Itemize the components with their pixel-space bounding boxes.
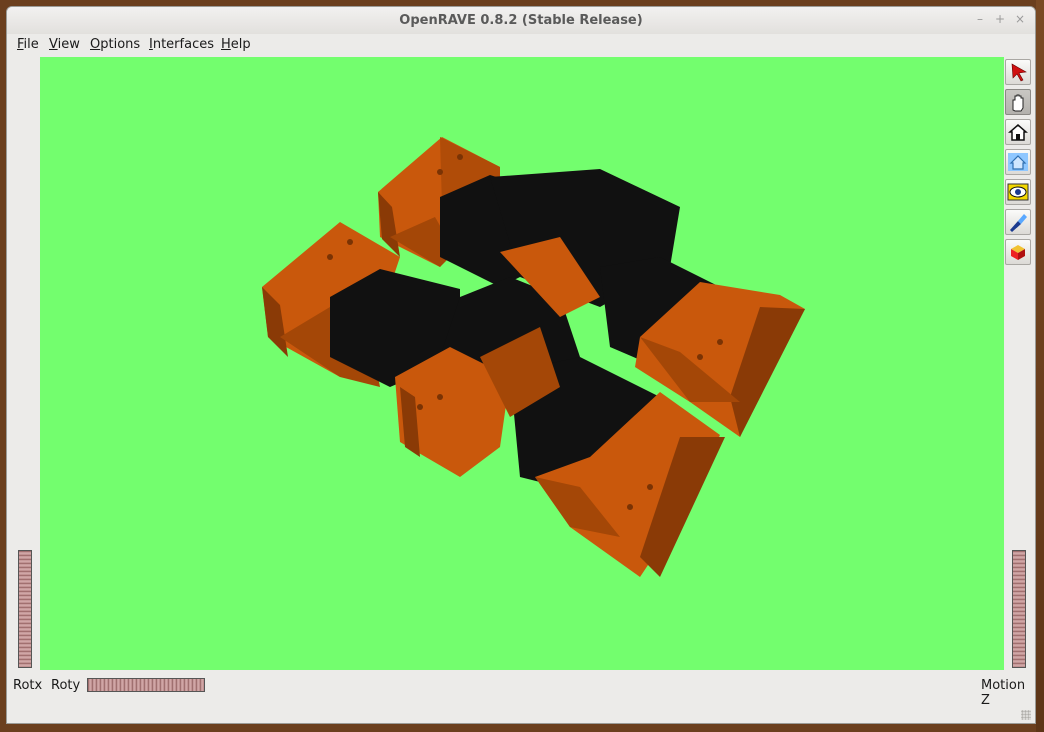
close-icon[interactable]: ×: [1013, 12, 1027, 26]
roty-label: Roty: [51, 678, 81, 693]
menu-file-label: ile: [23, 37, 39, 52]
seek-icon[interactable]: [1005, 209, 1031, 235]
menu-help[interactable]: Help: [221, 37, 251, 52]
openrave-window: OpenRAVE 0.8.2 (Stable Release) – + × Fi…: [6, 6, 1036, 724]
robot-model: [262, 137, 805, 577]
home-view-icon[interactable]: [1005, 119, 1031, 145]
menu-view[interactable]: View: [49, 37, 80, 52]
motion-z-label: Motion Z: [981, 678, 1026, 708]
projection-cube-icon[interactable]: [1005, 239, 1031, 265]
select-arrow-icon[interactable]: [1005, 59, 1031, 85]
minimize-icon[interactable]: –: [973, 12, 987, 26]
window-title: OpenRAVE 0.8.2 (Stable Release): [399, 13, 643, 28]
roty-thumbwheel[interactable]: [87, 678, 205, 692]
menu-interfaces-label: nterfaces: [152, 37, 214, 52]
maximize-icon[interactable]: +: [993, 12, 1007, 26]
menu-bar: File View Options Interfaces Help: [7, 34, 1035, 56]
menu-interfaces[interactable]: Interfaces: [149, 37, 214, 52]
rotx-label: Rotx: [13, 678, 43, 693]
set-home-icon[interactable]: [1005, 149, 1031, 175]
resize-grip-icon[interactable]: [1021, 710, 1031, 720]
menu-view-label: iew: [57, 37, 80, 52]
menu-options-mnemonic: O: [90, 37, 101, 52]
view-all-icon[interactable]: [1005, 179, 1031, 205]
menu-help-label: elp: [230, 37, 251, 52]
menu-options[interactable]: Options: [90, 37, 140, 52]
title-bar[interactable]: OpenRAVE 0.8.2 (Stable Release) – + ×: [7, 7, 1035, 35]
rotx-thumbwheel[interactable]: [18, 550, 32, 668]
menu-view-mnemonic: V: [49, 37, 58, 52]
3d-viewport[interactable]: [40, 57, 1004, 670]
menu-file[interactable]: File: [17, 37, 39, 52]
hand-pan-icon[interactable]: [1005, 89, 1031, 115]
motion-z-thumbwheel[interactable]: [1012, 550, 1026, 668]
menu-options-label: ptions: [100, 37, 141, 52]
desktop-background: [1036, 0, 1044, 732]
menu-help-mnemonic: H: [221, 37, 231, 52]
